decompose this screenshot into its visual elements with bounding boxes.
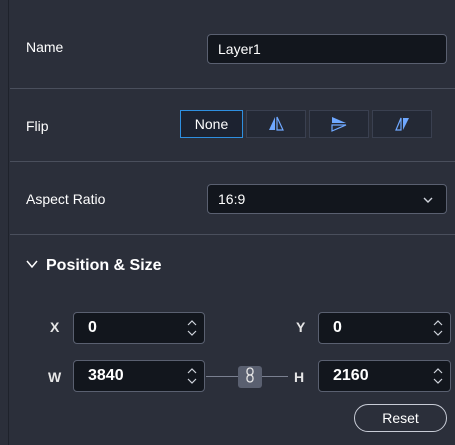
lock-aspect-ratio-button[interactable] [238,366,262,388]
aspect-ratio-label: Aspect Ratio [26,191,106,207]
flip-both-icon [394,116,410,132]
h-label: H [294,369,305,385]
name-input[interactable]: Layer1 [207,34,447,64]
name-input-value: Layer1 [218,41,261,57]
link-line [206,376,238,377]
name-label: Name [26,39,64,55]
aspect-ratio-value: 16:9 [218,191,246,207]
flip-both-button[interactable] [372,110,432,138]
spinner-icon[interactable] [432,366,444,386]
flip-none-label: None [194,116,229,132]
flip-vertical-button[interactable] [309,110,369,138]
w-label: W [48,369,62,385]
chevron-down-icon [422,193,434,209]
y-label: Y [296,319,306,335]
aspect-ratio-select[interactable]: 16:9 [207,184,447,214]
height-input[interactable]: 2160 [318,360,451,392]
x-value: 0 [88,319,97,336]
spinner-icon[interactable] [186,366,198,386]
flip-label: Flip [26,118,49,134]
divider [10,161,455,162]
width-value: 3840 [88,367,124,384]
flip-button-group: None [180,110,432,138]
y-value: 0 [333,319,342,336]
flip-vertical-icon [331,116,347,132]
flip-none-button[interactable]: None [180,110,243,138]
spinner-icon[interactable] [432,318,444,338]
reset-button[interactable]: Reset [354,404,447,432]
position-size-header[interactable]: Position & Size [26,257,162,275]
divider [10,88,455,89]
spinner-icon[interactable] [186,318,198,338]
y-input[interactable]: 0 [318,312,451,344]
x-label: X [50,319,60,335]
link-icon [245,366,255,388]
height-value: 2160 [333,367,369,384]
divider [10,234,455,235]
x-input[interactable]: 0 [73,312,205,344]
flip-horizontal-button[interactable] [246,110,306,138]
position-size-title: Position & Size [46,257,162,274]
width-input[interactable]: 3840 [73,360,205,392]
link-line [262,376,288,377]
chevron-down-icon [26,257,38,275]
flip-horizontal-icon [268,116,284,132]
